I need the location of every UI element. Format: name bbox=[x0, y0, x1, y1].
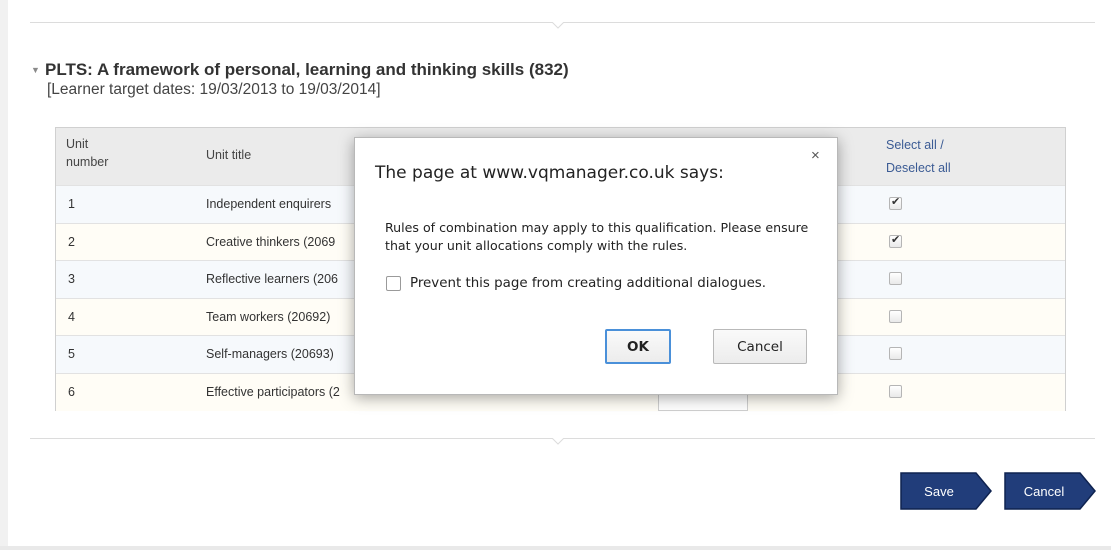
close-icon[interactable]: × bbox=[811, 147, 820, 164]
unit-title: Reflective learners (206 bbox=[206, 272, 339, 286]
unit-number: 5 bbox=[68, 347, 75, 361]
alert-dialog: × The page at www.vqmanager.co.uk says: … bbox=[354, 137, 838, 395]
dialog-heading: The page at www.vqmanager.co.uk says: bbox=[375, 163, 724, 183]
dialog-message: Rules of combination may apply to this q… bbox=[385, 220, 809, 253]
unit-number: 2 bbox=[68, 234, 75, 249]
unit-title: Effective participators (2 bbox=[206, 384, 340, 399]
cancel-button-label: Cancel bbox=[1023, 483, 1065, 499]
page-edge-bottom bbox=[0, 546, 1111, 550]
deselect-all-link[interactable]: Deselect all bbox=[886, 159, 951, 177]
unit-title: Independent enquirers bbox=[206, 197, 332, 211]
learner-target-dates: [Learner target dates: 19/03/2013 to 19/… bbox=[47, 81, 381, 98]
save-button-label: Save bbox=[924, 483, 954, 499]
unit-checkbox[interactable] bbox=[889, 195, 902, 210]
section-title[interactable]: ▼ PLTS: A framework of personal, learning… bbox=[31, 60, 569, 80]
header-unit-title: Unit title bbox=[206, 148, 252, 162]
unit-checkbox[interactable] bbox=[889, 384, 902, 398]
dialog-cancel-button[interactable]: Cancel bbox=[713, 329, 807, 364]
unit-checkbox[interactable] bbox=[889, 272, 902, 285]
prevent-dialogs-checkbox[interactable] bbox=[386, 275, 401, 291]
prevent-dialogs-label[interactable]: Prevent this page from creating addition… bbox=[410, 276, 766, 291]
top-divider bbox=[30, 22, 1095, 29]
page-edge bbox=[0, 0, 8, 550]
unit-number: 3 bbox=[68, 272, 75, 286]
bottom-divider bbox=[30, 438, 1095, 445]
unit-checkbox[interactable] bbox=[889, 233, 902, 248]
collapse-caret-icon[interactable]: ▼ bbox=[31, 65, 41, 75]
prevent-dialogs-option[interactable]: Prevent this page from creating addition… bbox=[386, 274, 766, 292]
unit-number: 4 bbox=[68, 309, 75, 324]
unit-title: Creative thinkers (2069 bbox=[206, 234, 336, 249]
page: ▼ PLTS: A framework of personal, learning… bbox=[0, 0, 1111, 550]
unit-title: Team workers (20692) bbox=[206, 309, 331, 324]
unit-checkbox[interactable] bbox=[889, 347, 902, 360]
unit-number: 6 bbox=[68, 384, 75, 399]
ok-button[interactable]: OK bbox=[605, 329, 671, 364]
unit-number: 1 bbox=[68, 197, 75, 211]
unit-title: Self-managers (20693) bbox=[206, 347, 334, 361]
select-all-link[interactable]: Select all / bbox=[886, 136, 944, 154]
save-button[interactable]: Save bbox=[900, 472, 992, 510]
header-unit-number: Unit number bbox=[66, 137, 109, 169]
unit-checkbox[interactable] bbox=[889, 309, 902, 323]
cancel-button[interactable]: Cancel bbox=[1004, 472, 1096, 510]
